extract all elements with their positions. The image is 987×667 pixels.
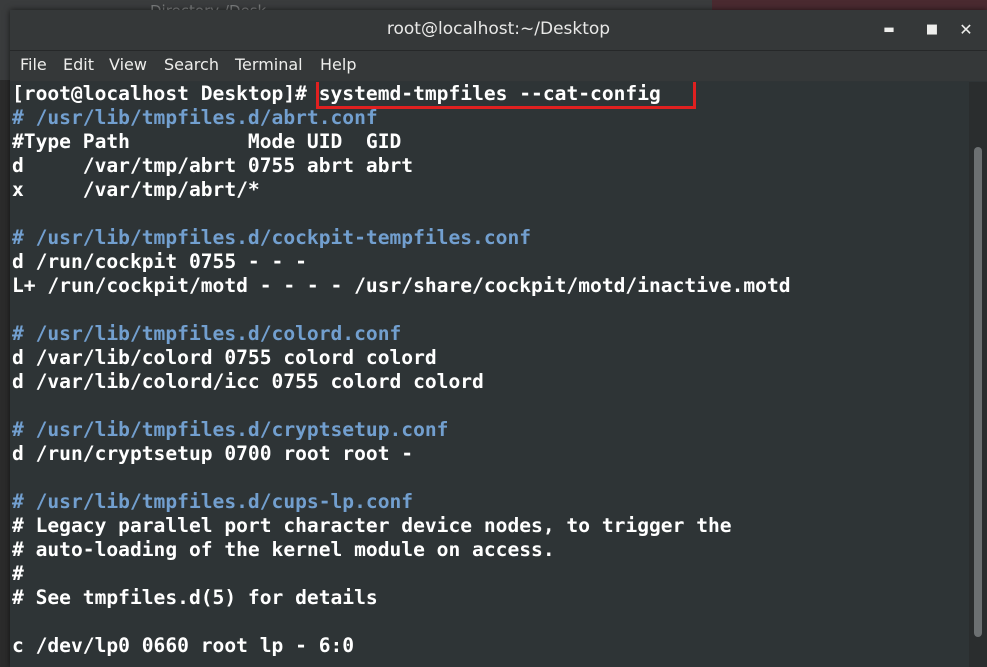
shell-prompt: [root@localhost Desktop]# xyxy=(12,82,319,105)
menu-edit[interactable]: Edit xyxy=(63,55,94,74)
output-line: # Legacy parallel port character device … xyxy=(12,514,732,537)
minimize-button[interactable]: ▬ xyxy=(878,18,900,40)
title-bar[interactable]: root@localhost:~/Desktop ▬ ■ ✕ xyxy=(10,10,987,51)
vertical-scrollbar[interactable] xyxy=(969,82,987,667)
output-line: # See tmpfiles.d(5) for details xyxy=(12,586,378,609)
menu-search[interactable]: Search xyxy=(164,55,219,74)
output-comment-line: # /usr/lib/tmpfiles.d/cryptsetup.conf xyxy=(12,418,449,441)
output-line: d /var/lib/colord 0755 colord colord xyxy=(12,346,437,369)
maximize-icon: ■ xyxy=(925,21,939,37)
terminal-window: root@localhost:~/Desktop ▬ ■ ✕ File Edit… xyxy=(10,10,987,667)
command-highlight-box xyxy=(316,82,696,109)
menu-bar: File Edit View Search Terminal Help xyxy=(10,51,987,81)
close-icon: ✕ xyxy=(959,19,973,39)
menu-file[interactable]: File xyxy=(20,55,47,74)
output-line: c /dev/lp0 0660 root lp - 6:0 xyxy=(12,634,355,657)
output-comment-line: # /usr/lib/tmpfiles.d/cockpit-tempfiles.… xyxy=(12,226,532,249)
output-line: d /var/lib/colord/icc 0755 colord colord xyxy=(12,370,484,393)
output-line: x /var/tmp/abrt/* xyxy=(12,178,260,201)
window-title: root@localhost:~/Desktop xyxy=(386,19,611,39)
scrollbar-thumb[interactable] xyxy=(974,147,982,637)
output-line: # auto-loading of the kernel module on a… xyxy=(12,538,555,561)
output-comment-line: # /usr/lib/tmpfiles.d/colord.conf xyxy=(12,322,402,345)
output-line: L+ /run/cockpit/motd - - - - /usr/share/… xyxy=(12,274,791,297)
maximize-button[interactable]: ■ xyxy=(921,18,943,40)
menu-view[interactable]: View xyxy=(109,55,147,74)
output-comment-line: # /usr/lib/tmpfiles.d/abrt.conf xyxy=(12,106,378,129)
output-line: d /run/cryptsetup 0700 root root - xyxy=(12,442,414,465)
output-line: d /var/tmp/abrt 0755 abrt abrt xyxy=(12,154,414,177)
terminal-output[interactable]: [root@localhost Desktop]# systemd-tmpfil… xyxy=(10,82,969,667)
menu-help[interactable]: Help xyxy=(320,55,356,74)
close-button[interactable]: ✕ xyxy=(955,18,977,40)
menu-terminal[interactable]: Terminal xyxy=(235,55,303,74)
output-line: #Type Path Mode UID GID xyxy=(12,130,402,153)
minimize-icon: ▬ xyxy=(883,22,895,36)
output-line: d /run/cockpit 0755 - - - xyxy=(12,250,307,273)
output-comment-line: # /usr/lib/tmpfiles.d/cups-lp.conf xyxy=(12,490,414,513)
output-line: # xyxy=(12,562,24,585)
